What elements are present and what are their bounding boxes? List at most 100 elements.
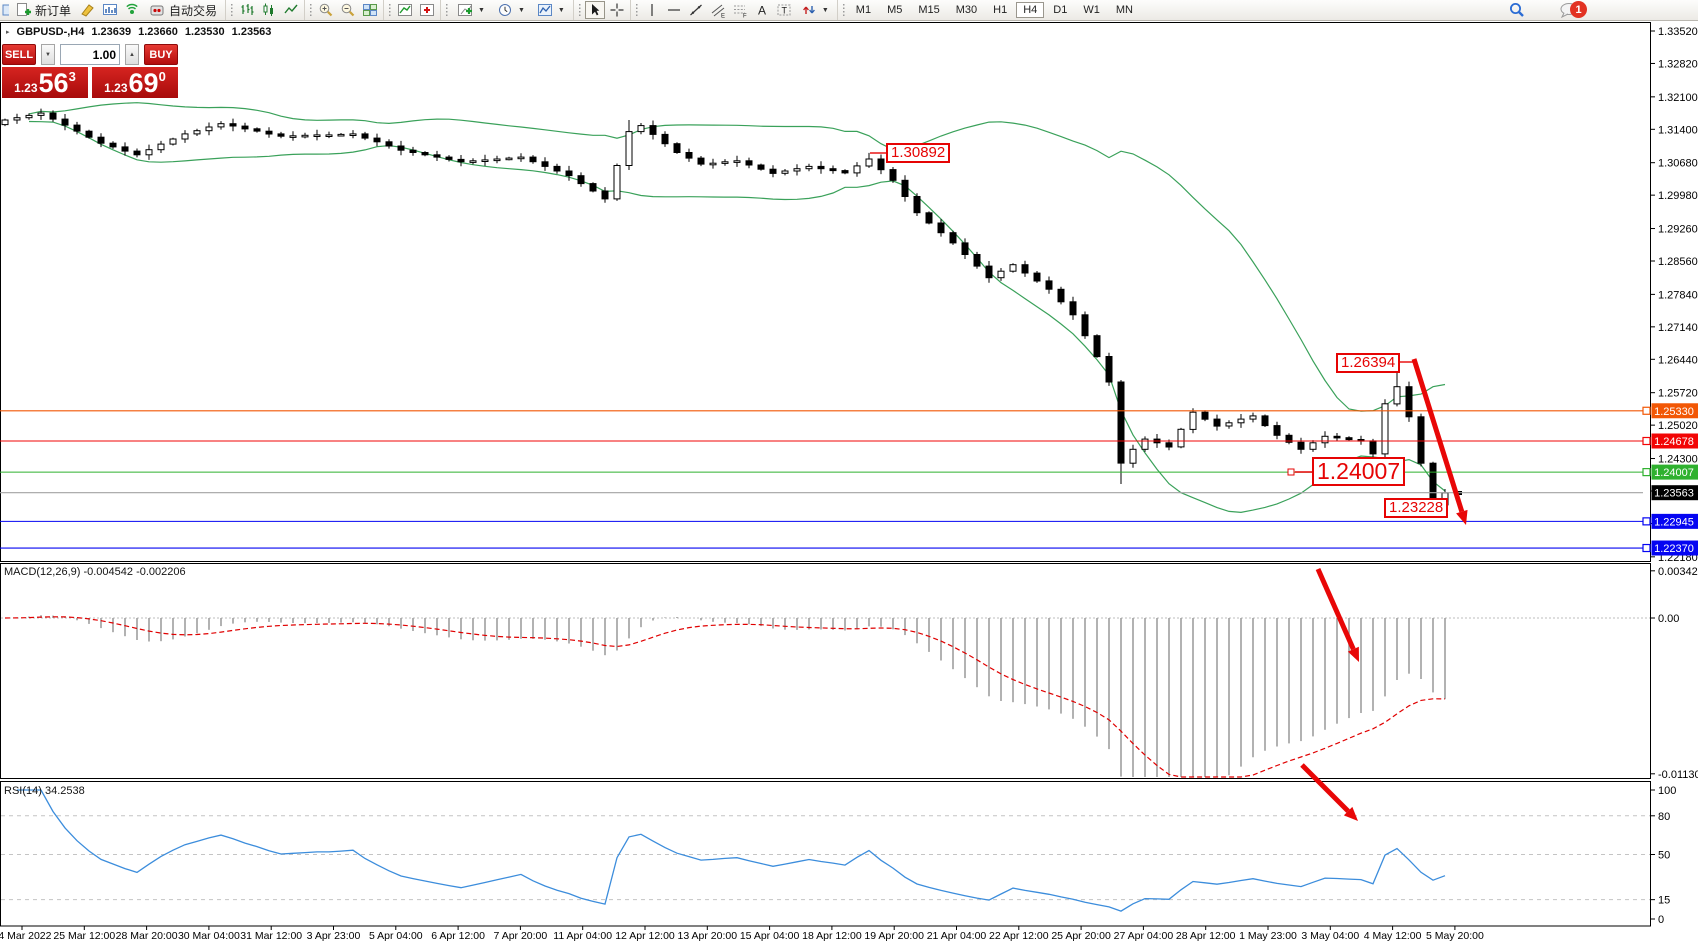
timeframe-h1[interactable]: H1: [986, 2, 1014, 18]
search-button[interactable]: [1507, 1, 1527, 19]
timeframe-m15[interactable]: M15: [911, 2, 946, 18]
price-callout-label[interactable]: 1.23228: [1384, 498, 1448, 518]
text-button[interactable]: A: [752, 1, 772, 19]
level-handle[interactable]: [1643, 545, 1650, 552]
toolbar-grip[interactable]: [578, 4, 582, 17]
price-callout-label[interactable]: 1.24007: [1312, 457, 1405, 486]
horizontal-line-icon: [666, 2, 682, 18]
toolbar-grip[interactable]: [635, 4, 639, 17]
time-axis-label: 28 Apr 12:00: [1176, 930, 1236, 942]
auto-trading-button[interactable]: 自动交易: [144, 1, 222, 19]
toolbar-grip[interactable]: [309, 4, 313, 17]
zoom-out-icon: [340, 2, 356, 18]
buy-price-display[interactable]: 1.23 69 0: [92, 67, 178, 98]
vertical-line-icon: [644, 2, 660, 18]
time-axis-label: 1 May 23:00: [1239, 930, 1297, 942]
tile-windows-button[interactable]: [360, 1, 380, 19]
bar-chart-button[interactable]: [237, 1, 257, 19]
new-order-label: 新订单: [35, 2, 71, 19]
zoom-out-button[interactable]: [338, 1, 358, 19]
price-tick-label: 1.24300: [1658, 454, 1698, 466]
level-handle[interactable]: [1643, 438, 1650, 445]
volume-decrease-button[interactable]: ▼: [41, 44, 55, 65]
main-toolbar: 新订单 自动交易 ▼: [0, 0, 1698, 21]
svg-text:F: F: [743, 14, 747, 19]
price-tick-label: 1.25720: [1658, 388, 1698, 400]
timeframe-d1[interactable]: D1: [1046, 2, 1074, 18]
timeframe-m1[interactable]: M1: [849, 2, 878, 18]
sell-price-display[interactable]: 1.23 56 3: [2, 67, 88, 98]
macd-axis-label: 0.00: [1658, 613, 1679, 625]
price-tick-label: 1.31400: [1658, 124, 1698, 136]
new-order-button[interactable]: 新订单: [10, 1, 76, 19]
fibonacci-button[interactable]: F: [730, 1, 750, 19]
toolbar-group-timeframes: M1M5M15M30H1H4D1W1MN: [837, 0, 1143, 20]
time-axis-label: 24 Mar 2022: [0, 930, 52, 942]
arrow-objects-icon: [801, 2, 817, 18]
add-indicator-button[interactable]: ▼: [452, 1, 490, 19]
toolbar-grip[interactable]: [842, 4, 846, 17]
quote-open: 1.23639: [91, 26, 131, 38]
timeframe-buttons: M1M5M15M30H1H4D1W1MN: [848, 2, 1141, 18]
objects-list-button[interactable]: [417, 1, 437, 19]
dropdown-caret-icon: ▼: [558, 7, 565, 14]
volume-input[interactable]: [60, 44, 120, 65]
chisel-tool-button[interactable]: [78, 1, 98, 19]
market-watch-button[interactable]: [100, 1, 120, 19]
toolbar-group-windows: [383, 0, 440, 20]
price-tick-label: 1.27840: [1658, 289, 1698, 301]
toolbar-group-zoom: [304, 0, 383, 20]
sell-button[interactable]: SELL: [2, 44, 36, 65]
price-level-axis-text: 1.22370: [1654, 543, 1694, 555]
time-axis-label: 11 Apr 04:00: [553, 930, 612, 942]
timeframe-mn[interactable]: MN: [1109, 2, 1140, 18]
arrows-button[interactable]: ▼: [796, 1, 834, 19]
trendline-icon: [688, 2, 704, 18]
svg-text:T: T: [781, 6, 787, 16]
indicator-list-button[interactable]: [395, 1, 415, 19]
timeframe-m5[interactable]: M5: [880, 2, 909, 18]
cursor-button[interactable]: [585, 1, 605, 19]
level-handle[interactable]: [1643, 518, 1650, 525]
timeframe-w1[interactable]: W1: [1076, 2, 1107, 18]
price-tick-label: 1.29980: [1658, 190, 1698, 202]
time-axis-label: 25 Apr 20:00: [1051, 930, 1111, 942]
signal-button[interactable]: [122, 1, 142, 19]
time-axis-label: 28 Mar 20:00: [116, 930, 178, 942]
indicator-chart-icon: [397, 2, 413, 18]
level-handle[interactable]: [1643, 469, 1650, 476]
mt4-window: 新订单 自动交易 ▼: [0, 0, 1698, 942]
zoom-in-button[interactable]: [316, 1, 336, 19]
toolbar-grip[interactable]: [388, 4, 392, 17]
price-tick-label: 1.32100: [1658, 92, 1698, 104]
price-level-axis-text: 1.25330: [1654, 406, 1694, 418]
price-callout-label[interactable]: 1.30892: [886, 143, 950, 163]
trendline-button[interactable]: [686, 1, 706, 19]
template-button[interactable]: ▼: [532, 1, 570, 19]
bar-chart-icon: [239, 2, 255, 18]
chat-button[interactable]: 1: [1549, 1, 1593, 19]
time-axis-label: 7 Apr 20:00: [494, 930, 548, 942]
period-button[interactable]: ▼: [492, 1, 530, 19]
equidistant-channel-button[interactable]: E: [708, 1, 728, 19]
toolbar-grip[interactable]: [230, 4, 234, 17]
horizontal-line-button[interactable]: [664, 1, 684, 19]
collapse-icon[interactable]: ▸: [6, 28, 10, 36]
text-label-icon: T: [776, 2, 792, 18]
crosshair-button[interactable]: [607, 1, 627, 19]
volume-increase-button[interactable]: ▲: [125, 44, 139, 65]
price-tick-label: 1.29260: [1658, 224, 1698, 236]
vertical-line-button[interactable]: [642, 1, 662, 19]
trade-prices-row: 1.23 56 3 1.23 69 0: [2, 67, 178, 98]
price-tick-label: 1.25020: [1658, 420, 1698, 432]
timeframe-m30[interactable]: M30: [949, 2, 984, 18]
timeframe-h4[interactable]: H4: [1016, 2, 1044, 18]
price-callout-label[interactable]: 1.26394: [1336, 353, 1400, 373]
buy-button[interactable]: BUY: [144, 44, 178, 65]
line-chart-button[interactable]: [281, 1, 301, 19]
time-axis-label: 31 Mar 12:00: [240, 930, 302, 942]
candlestick-chart-button[interactable]: [259, 1, 279, 19]
toolbar-grip[interactable]: [445, 4, 449, 17]
level-handle[interactable]: [1643, 407, 1650, 414]
text-label-button[interactable]: T: [774, 1, 794, 19]
